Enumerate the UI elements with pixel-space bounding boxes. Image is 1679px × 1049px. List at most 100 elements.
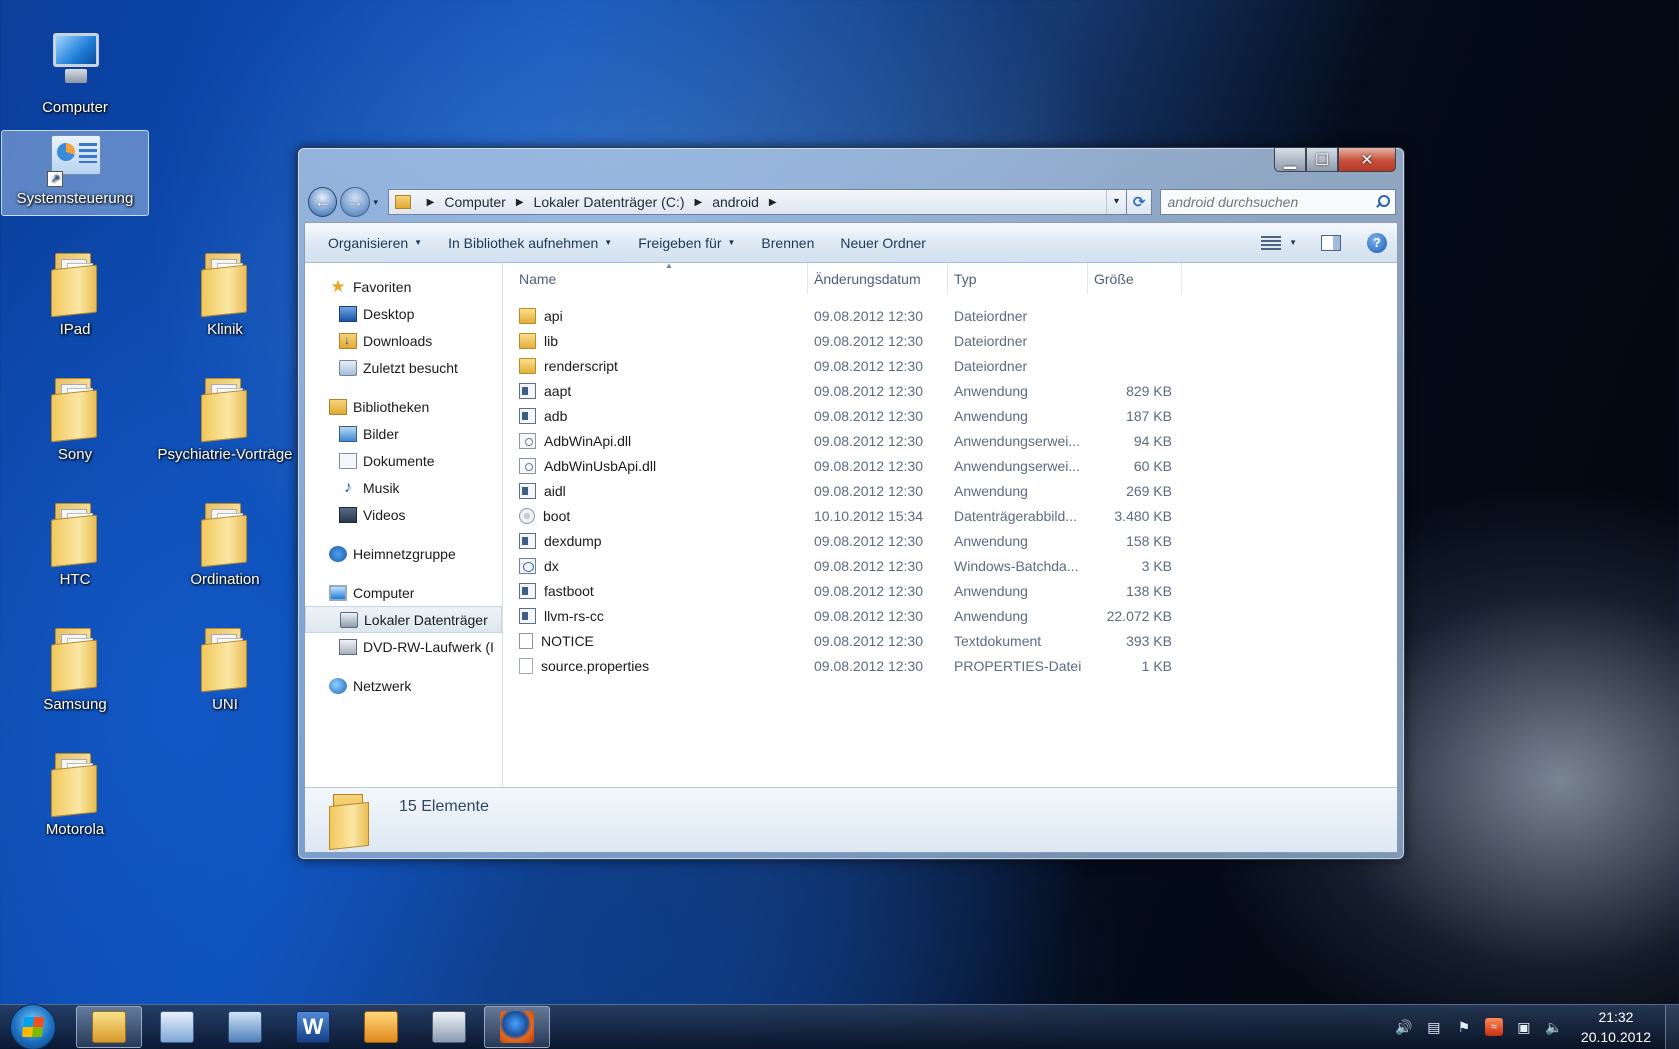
- column-header-size[interactable]: Größe: [1088, 263, 1182, 294]
- file-row[interactable]: aapt 09.08.2012 12:30 Anwendung 829 KB: [503, 378, 1397, 403]
- preview-pane-icon[interactable]: [1321, 234, 1341, 251]
- desktop-icon-ipad[interactable]: IPad: [0, 228, 150, 346]
- file-row[interactable]: renderscript 09.08.2012 12:30 Dateiordner: [503, 353, 1397, 378]
- file-row[interactable]: source.properties 09.08.2012 12:30 PROPERT…: [503, 653, 1397, 678]
- refresh-button[interactable]: ⟳: [1126, 189, 1153, 215]
- nav-videos[interactable]: Videos: [305, 501, 502, 528]
- column-header-name[interactable]: Name: [503, 263, 808, 294]
- breadcrumb-chevron-icon[interactable]: ▶: [695, 197, 703, 208]
- desktop-icon-klinik[interactable]: Klinik: [150, 228, 300, 346]
- nav-dvd-drive[interactable]: DVD-RW-Laufwerk (I: [305, 633, 502, 660]
- file-row[interactable]: fastboot 09.08.2012 12:30 Anwendung 138 KB: [503, 578, 1397, 603]
- search-input[interactable]: [1167, 194, 1376, 210]
- volume-mixer-icon[interactable]: 🔊: [1395, 1018, 1413, 1036]
- chevron-down-icon: ▼: [604, 238, 613, 247]
- nav-desktop[interactable]: Desktop: [305, 300, 502, 327]
- file-row[interactable]: AdbWinUsbApi.dll 09.08.2012 12:30 Anwendun…: [503, 453, 1397, 478]
- nav-documents[interactable]: Dokumente: [305, 447, 502, 474]
- nav-homegroup[interactable]: Heimnetzgruppe: [305, 540, 502, 567]
- search-box[interactable]: [1160, 189, 1397, 215]
- file-row[interactable]: lib 09.08.2012 12:30 Dateiordner: [503, 328, 1397, 353]
- back-button[interactable]: ←: [308, 187, 338, 217]
- navigation-pane[interactable]: ★ Favoriten Desktop Downloads Zuletzt be…: [305, 263, 503, 787]
- nav-favorites[interactable]: ★ Favoriten: [305, 273, 502, 300]
- content-area: ★ Favoriten Desktop Downloads Zuletzt be…: [305, 261, 1397, 787]
- file-row[interactable]: adb 09.08.2012 12:30 Anwendung 187 KB: [503, 403, 1397, 428]
- desktop-icon-motorola[interactable]: Motorola: [0, 728, 150, 846]
- nav-network[interactable]: Netzwerk: [305, 672, 502, 699]
- view-options-dropdown[interactable]: ▼: [1289, 238, 1297, 247]
- file-row[interactable]: dexdump 09.08.2012 12:30 Anwendung 158 KB: [503, 528, 1397, 553]
- burn-button[interactable]: Brennen: [748, 223, 827, 262]
- file-row[interactable]: NOTICE 09.08.2012 12:30 Textdokument 393 KB: [503, 628, 1397, 653]
- nav-pictures[interactable]: Bilder: [305, 420, 502, 447]
- taskbar-app-keyboard[interactable]: [416, 1006, 482, 1048]
- file-size: 269 KB: [1126, 482, 1172, 499]
- taskbar-app-explorer[interactable]: [76, 1006, 142, 1048]
- start-button[interactable]: [10, 1004, 56, 1049]
- file-row[interactable]: llvm-rs-cc 09.08.2012 12:30 Anwendung 22.07…: [503, 603, 1397, 628]
- desktop-icon-htc[interactable]: HTC: [0, 478, 150, 596]
- taskbar-app-firefox[interactable]: [484, 1006, 550, 1048]
- nav-recent-places[interactable]: Zuletzt besucht: [305, 354, 502, 381]
- minimize-button[interactable]: ▁: [1274, 148, 1306, 172]
- keyboard-layout-icon[interactable]: ▤: [1425, 1018, 1443, 1036]
- file-name-cell: boot: [503, 507, 808, 524]
- address-bar[interactable]: ▶ Computer ▶ Lokaler Datenträger (C:) ▶ …: [387, 189, 1127, 215]
- clock[interactable]: 21:32 20.10.2012: [1581, 1007, 1651, 1047]
- antivirus-icon[interactable]: ≈: [1484, 1018, 1503, 1036]
- breadcrumb-local-disk[interactable]: Lokaler Datenträger (C:): [534, 194, 685, 210]
- breadcrumb-chevron-icon[interactable]: ▶: [516, 197, 524, 208]
- help-icon[interactable]: ?: [1367, 232, 1387, 253]
- breadcrumb-android[interactable]: android: [712, 194, 759, 210]
- taskbar-app-media-player[interactable]: [144, 1006, 210, 1048]
- file-date: 09.08.2012 12:30: [814, 357, 923, 374]
- address-dropdown-button[interactable]: ▾: [1105, 190, 1126, 214]
- show-desktop-button[interactable]: [1665, 1005, 1679, 1049]
- new-folder-button[interactable]: Neuer Ordner: [827, 223, 939, 262]
- desktop-icon-ordination[interactable]: Ordination: [150, 478, 300, 596]
- desktop-icon-uni[interactable]: UNI: [150, 603, 300, 721]
- action-center-flag-icon[interactable]: ⚑: [1455, 1018, 1473, 1036]
- nav-libraries[interactable]: Bibliotheken: [305, 393, 502, 420]
- taskbar-app-outlook[interactable]: [348, 1006, 414, 1048]
- close-button[interactable]: ✕: [1338, 148, 1396, 172]
- folder-icon: [197, 378, 253, 443]
- file-row[interactable]: aidl 09.08.2012 12:30 Anwendung 269 KB: [503, 478, 1397, 503]
- column-header-date[interactable]: Änderungsdatum: [808, 263, 948, 294]
- network-icon[interactable]: ▣: [1515, 1018, 1533, 1036]
- file-row[interactable]: boot 10.10.2012 15:34 Datenträgerabbild...…: [503, 503, 1397, 528]
- recent-pages-dropdown[interactable]: ▾: [370, 197, 382, 208]
- view-details-icon[interactable]: [1261, 235, 1282, 250]
- computer-icon: [329, 584, 347, 601]
- forward-button[interactable]: →: [340, 187, 370, 217]
- taskbar-app-paint[interactable]: [212, 1006, 278, 1048]
- explorer-window[interactable]: ▁ ☐ ✕ ← → ▾ ▶ Computer ▶ Lokaler Datentr…: [297, 147, 1405, 860]
- breadcrumb-chevron-icon[interactable]: ▶: [769, 197, 777, 208]
- taskbar-app-word[interactable]: W: [280, 1006, 346, 1048]
- nav-music[interactable]: ♪ Musik: [305, 474, 502, 501]
- file-date: 09.08.2012 12:30: [814, 582, 923, 599]
- add-to-library-menu[interactable]: In Bibliothek aufnehmen ▼: [435, 223, 625, 262]
- desktop-icon-samsung[interactable]: Samsung: [0, 603, 150, 721]
- file-row[interactable]: AdbWinApi.dll 09.08.2012 12:30 Anwendungse…: [503, 428, 1397, 453]
- share-with-menu[interactable]: Freigeben für ▼: [625, 223, 748, 262]
- maximize-button[interactable]: ☐: [1306, 148, 1338, 172]
- nav-local-disk[interactable]: Lokaler Datenträger: [305, 606, 502, 633]
- desktop-icon-control-panel[interactable]: ↗ Systemsteuerung: [1, 130, 149, 216]
- libraries-icon: [329, 398, 347, 415]
- organize-menu[interactable]: Organisieren ▼: [315, 223, 435, 262]
- nav-downloads[interactable]: Downloads: [305, 327, 502, 354]
- breadcrumb-chevron-icon[interactable]: ▶: [427, 197, 435, 208]
- search-icon[interactable]: [1375, 195, 1391, 209]
- desktop-icon-psychiatrie-vortraege[interactable]: Psychiatrie-Vorträge: [150, 353, 300, 471]
- file-row[interactable]: dx 09.08.2012 12:30 Windows-Batchda... 3 KB: [503, 553, 1397, 578]
- file-list[interactable]: ▲ Name Änderungsdatum Typ Größe api 09.08…: [503, 261, 1397, 787]
- breadcrumb-computer[interactable]: Computer: [444, 194, 505, 210]
- speaker-icon[interactable]: 🔈: [1545, 1018, 1563, 1036]
- file-row[interactable]: api 09.08.2012 12:30 Dateiordner: [503, 303, 1397, 328]
- desktop-icon-sony[interactable]: Sony: [0, 353, 150, 471]
- desktop-icon-computer[interactable]: Computer: [0, 6, 150, 124]
- nav-computer[interactable]: Computer: [305, 579, 502, 606]
- column-header-type[interactable]: Typ: [948, 263, 1088, 294]
